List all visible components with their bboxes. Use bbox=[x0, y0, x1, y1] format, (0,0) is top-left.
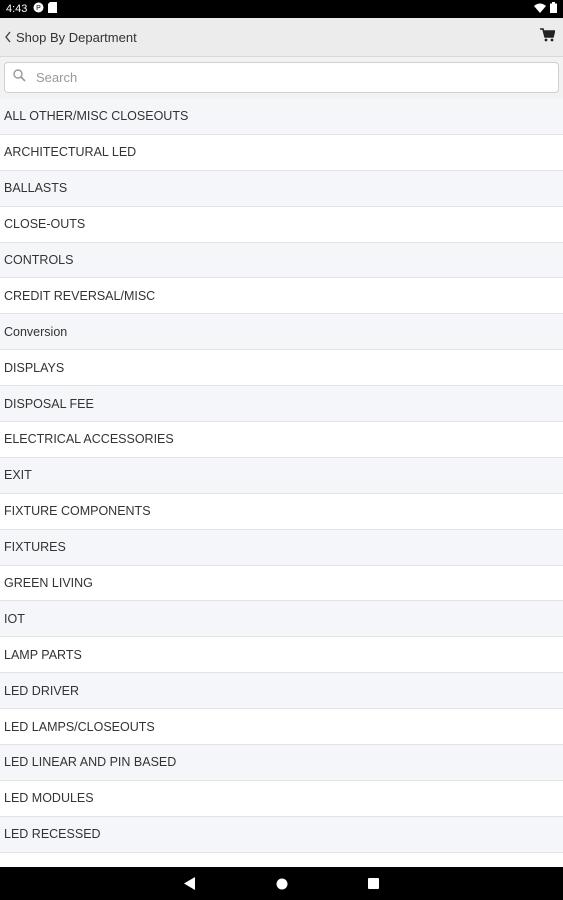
nav-recents-icon bbox=[368, 878, 379, 889]
chevron-left-icon bbox=[4, 31, 14, 43]
nav-back-icon bbox=[183, 877, 195, 890]
department-list-item[interactable]: DISPLAYS bbox=[0, 350, 563, 387]
app-bar: Shop By Department bbox=[0, 18, 563, 57]
department-list-item[interactable]: ELECTRICAL ACCESSORIES bbox=[0, 422, 563, 458]
cart-button[interactable] bbox=[535, 25, 559, 49]
department-list-item[interactable]: FIXTURE COMPONENTS bbox=[0, 493, 563, 530]
back-button[interactable]: Shop By Department bbox=[4, 30, 137, 45]
department-list-item[interactable]: ARCHITECTURAL LED bbox=[0, 134, 563, 171]
status-time: 4:43 bbox=[6, 3, 28, 15]
department-list-item[interactable]: GREEN LIVING bbox=[0, 565, 563, 602]
nav-back-button[interactable] bbox=[183, 877, 197, 891]
nav-recents-button[interactable] bbox=[367, 877, 381, 891]
search-icon bbox=[13, 68, 26, 87]
department-list-item[interactable]: LAMP PARTS bbox=[0, 637, 563, 674]
search-input[interactable] bbox=[36, 70, 550, 85]
department-list-item[interactable]: LED DRIVER bbox=[0, 673, 563, 710]
back-label: Shop By Department bbox=[16, 29, 137, 45]
sd-card-icon bbox=[48, 2, 58, 16]
department-list-item[interactable]: EXIT bbox=[0, 457, 563, 494]
department-list-item[interactable]: LED LINEAR AND PIN BASED bbox=[0, 745, 563, 781]
cart-icon bbox=[539, 27, 556, 47]
department-list-item[interactable]: DISPOSAL FEE bbox=[0, 386, 563, 423]
department-list-item[interactable]: ALL OTHER/MISC CLOSEOUTS bbox=[0, 99, 563, 135]
nav-home-button[interactable] bbox=[275, 877, 289, 891]
wifi-icon bbox=[534, 3, 546, 16]
department-list-item[interactable]: Conversion bbox=[0, 314, 563, 351]
system-nav-bar bbox=[0, 867, 563, 900]
department-list-item[interactable]: LED RECESSED bbox=[0, 816, 563, 853]
department-list: ALL OTHER/MISC CLOSEOUTS ARCHITECTURAL LE… bbox=[0, 99, 563, 867]
status-bar: 4:43 P bbox=[0, 0, 563, 18]
department-list-item[interactable]: BALLASTS bbox=[0, 170, 563, 207]
search-box[interactable] bbox=[4, 62, 559, 93]
notification-app-icon: P bbox=[33, 2, 44, 16]
svg-text:P: P bbox=[37, 5, 42, 12]
nav-home-icon bbox=[276, 878, 287, 889]
department-list-item[interactable]: CREDIT REVERSAL/MISC bbox=[0, 278, 563, 315]
status-right bbox=[534, 2, 557, 16]
department-list-item[interactable]: LED LAMPS/CLOSEOUTS bbox=[0, 709, 563, 746]
department-list-item[interactable]: IOT bbox=[0, 601, 563, 638]
department-list-item[interactable]: CONTROLS bbox=[0, 242, 563, 279]
department-list-item[interactable]: LED MODULES bbox=[0, 780, 563, 817]
status-left: 4:43 P bbox=[6, 2, 58, 16]
search-bar bbox=[0, 57, 563, 99]
battery-icon bbox=[550, 2, 557, 16]
department-list-item[interactable]: FIXTURES bbox=[0, 529, 563, 566]
department-list-item[interactable]: CLOSE-OUTS bbox=[0, 206, 563, 243]
